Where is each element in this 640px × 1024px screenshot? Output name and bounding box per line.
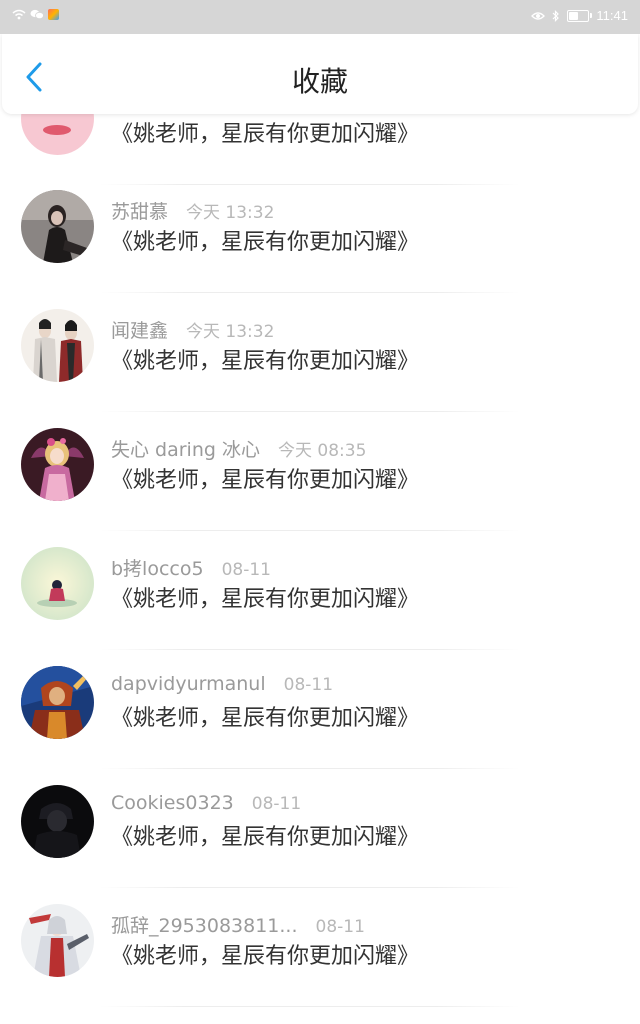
avatar[interactable] [21,547,94,620]
list-item[interactable]: 苏甜慕 今天 13:32 《姚老师，星辰有你更加闪耀》 [0,179,640,298]
app-icon [48,9,59,20]
avatar[interactable] [21,309,94,382]
username[interactable]: b拷locco5 [111,554,204,581]
item-content: 《姚老师，星辰有你更加闪耀》 [111,230,420,255]
item-content: 《姚老师，星辰有你更加闪耀》 [111,944,420,969]
favorites-screen: 11:41 收藏 《姚老师，星辰有你更加闪耀》 苏甜慕 今天 13:32 《姚老… [0,0,640,1024]
avatar[interactable] [21,190,94,263]
timestamp: 08-11 [221,560,271,580]
battery-fill [569,11,579,20]
bluetooth-icon [552,9,560,22]
username[interactable]: Cookies0323 [111,792,234,814]
item-meta: Cookies0323 08-11 [111,792,301,814]
dark-silhouette-avatar [21,785,94,858]
divider [100,649,520,650]
username[interactable]: 闻建鑫 [111,316,168,343]
header-bar: 收藏 [2,34,638,114]
pastel-figure-avatar [21,547,94,620]
timestamp: 今天 13:32 [186,203,275,223]
eye-icon [531,11,546,20]
item-meta: 苏甜慕 今天 13:32 [111,197,274,224]
divider [100,768,520,769]
item-content: 《姚老师，星辰有你更加闪耀》 [111,122,420,147]
divider [100,887,520,888]
avatar[interactable] [21,904,94,977]
item-content: 《姚老师，星辰有你更加闪耀》 [111,349,420,374]
ink-painting-avatar [21,309,94,382]
list-item[interactable]: 闻建鑫 今天 13:32 《姚老师，星辰有你更加闪耀》 [0,298,640,417]
item-content: 《姚老师，星辰有你更加闪耀》 [111,587,420,612]
page-title: 收藏 [291,65,348,98]
item-meta: 孤辞_2953083811... 08-11 [111,911,365,938]
avatar[interactable] [21,666,94,739]
list-item[interactable]: b拷locco5 08-11 《姚老师，星辰有你更加闪耀》 [0,536,640,655]
list-item[interactable]: Cookies0323 08-11 《姚老师，星辰有你更加闪耀》 [0,774,640,893]
timestamp: 08-11 [315,917,365,937]
item-meta: dapvidyurmanul 08-11 [111,673,333,695]
list-item[interactable]: 失心 daring 冰心 今天 08:35 《姚老师，星辰有你更加闪耀》 [0,417,640,536]
divider [100,292,520,293]
armored-hero-avatar [21,666,94,739]
girl-photo-avatar [21,190,94,263]
anime-fairy-avatar [21,428,94,501]
status-left [12,9,59,20]
username[interactable]: 孤辞_2953083811... [111,911,298,938]
item-meta: 闻建鑫 今天 13:32 [111,316,274,343]
timestamp: 08-11 [251,794,302,814]
timestamp: 今天 13:32 [186,322,275,342]
username[interactable]: 苏甜慕 [111,197,168,224]
divider [100,530,520,531]
divider [100,1006,520,1007]
timestamp: 今天 08:35 [277,441,367,461]
divider [100,411,520,412]
battery-cap [590,12,593,18]
wifi-icon [12,9,26,20]
item-content: 《姚老师，星辰有你更加闪耀》 [111,706,420,731]
username[interactable]: 失心 daring 冰心 [111,435,260,462]
list-item[interactable]: 孤辞_2953083811... 08-11 《姚老师，星辰有你更加闪耀》 [0,893,640,1012]
username[interactable]: dapvidyurmanul [111,673,266,695]
status-time: 11:41 [596,8,628,23]
battery-icon [567,9,593,22]
list-item[interactable]: dapvidyurmanul 08-11 《姚老师，星辰有你更加闪耀》 [0,655,640,774]
item-meta: 失心 daring 冰心 今天 08:35 [111,435,366,462]
timestamp: 08-11 [283,675,334,695]
item-content: 《姚老师，星辰有你更加闪耀》 [111,825,420,850]
status-bar: 11:41 [0,0,640,34]
wechat-icon [30,9,44,20]
avatar[interactable] [21,428,94,501]
anime-warrior-avatar [21,904,94,977]
item-content: 《姚老师，星辰有你更加闪耀》 [111,468,420,493]
item-meta: b拷locco5 08-11 [111,554,271,581]
status-right: 11:41 [531,8,628,23]
avatar[interactable] [21,785,94,858]
